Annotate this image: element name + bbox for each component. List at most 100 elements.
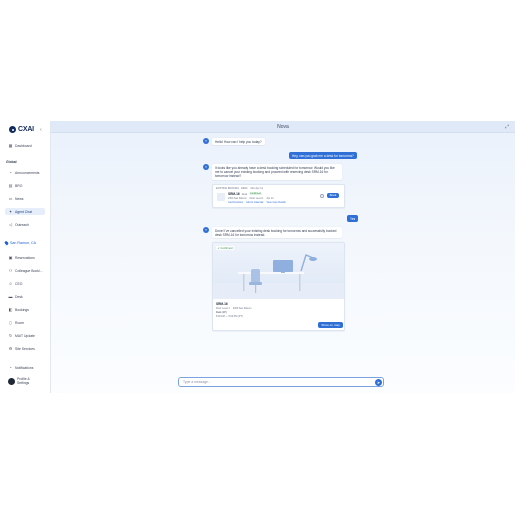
desk-illustration-icon: [213, 254, 344, 299]
app-window: CXAI ‹ ▦ Dashboard Global ◔ Announcement…: [0, 121, 515, 393]
megaphone-icon: ◁: [8, 222, 13, 227]
get-directions-link[interactable]: Get Directions: [228, 201, 243, 204]
desk-name: SRM-16: [216, 302, 228, 306]
logo[interactable]: CXAI: [9, 126, 34, 133]
add-to-calendar-link[interactable]: Add to Calendar: [246, 201, 263, 204]
sidebar-item-ceo[interactable]: ☺ CEO: [8, 280, 46, 287]
bot-message: Hello! How can I help you today?: [212, 138, 265, 146]
result-time: 8:00 AM — 5:00 PM (PT): [216, 315, 243, 318]
sidebar-item-label: BRO: [15, 183, 23, 188]
sidebar-item-label: Colleague Booki...: [15, 268, 43, 273]
location-pin-icon: [4, 240, 9, 246]
show-on-map-button[interactable]: Show on map: [318, 322, 343, 328]
desk-tag: Desk: [241, 192, 248, 196]
chat-header: Nova ⤢: [51, 121, 515, 133]
sidebar-item-bookings[interactable]: ◧ Bookings: [8, 306, 46, 313]
bell-icon: ◔: [9, 170, 12, 175]
sidebar-item-reservations[interactable]: ▣ Reservations: [8, 254, 46, 261]
door-icon: ▯: [9, 320, 12, 325]
bot-avatar-icon: ✦: [203, 227, 209, 233]
sidebar-item-dashboard[interactable]: ▦ Dashboard: [8, 142, 46, 149]
sidebar-item-notifications[interactable]: ◔ Notifications: [8, 364, 46, 371]
location-label: San Ramon, CA: [10, 241, 36, 245]
sidebar-item-agent-chat[interactable]: ✦ Agent Chat: [5, 208, 45, 215]
sidebar-item-label: News: [15, 196, 24, 201]
chart-icon: ▤: [8, 183, 13, 188]
sidebar-item-announcements[interactable]: ◔ Announcements: [8, 169, 46, 176]
sidebar-item-label: Outreach: [15, 222, 29, 227]
card-header-label: EXISTING BOOKING · DESK: [216, 186, 248, 190]
avatar: [8, 377, 15, 385]
sidebar-item-news[interactable]: ▭ News: [8, 195, 46, 202]
tools-icon: ⚙: [8, 346, 13, 351]
card-header: EXISTING BOOKING · DESK Mon Apr 14: [216, 187, 263, 190]
sidebar-item-label: Announcements: [15, 170, 40, 175]
sidebar-item-label: Desk: [15, 294, 23, 299]
logo-icon: [9, 126, 16, 133]
message-input[interactable]: Type a message...: [178, 377, 384, 387]
confirmed-badge: ✔ Confirmed: [216, 246, 234, 250]
sidebar-item-desk[interactable]: ▬ Desk: [8, 293, 46, 300]
section-label-global: Global: [6, 160, 17, 164]
desk-icon: ▬: [8, 294, 13, 299]
booking-floor: Floor Level 1: [249, 196, 264, 200]
view-details-link[interactable]: View more Details: [266, 201, 285, 204]
sidebar-item-bro[interactable]: ▤ BRO: [8, 182, 46, 189]
booking-date: Apr 14: [266, 196, 274, 200]
sparkle-icon: ✦: [8, 209, 13, 214]
desk-photo: [213, 243, 344, 299]
sidebar-item-mait-update[interactable]: ↻ MAIT Update: [8, 332, 46, 339]
grid-icon: ▦: [8, 143, 13, 148]
person-icon: ☺: [8, 281, 13, 286]
desk-thumbnail: [217, 193, 225, 201]
user-message: Hey, can you grab me a desk for tomorrow…: [289, 152, 357, 159]
result-desk-type: Desk (1P): [216, 311, 227, 314]
sidebar-item-label: Bookings: [15, 307, 29, 312]
sidebar-item-label: Site Services: [15, 346, 35, 351]
bell-icon: ◔: [9, 365, 12, 370]
sidebar-item-label: Agent Chat: [15, 209, 32, 214]
profile-settings[interactable]: Profile & Settings: [8, 377, 39, 385]
existing-booking-card: EXISTING BOOKING · DESK Mon Apr 14 SRM-1…: [212, 184, 345, 208]
people-icon: ⚇: [8, 268, 13, 273]
sidebar-item-label: Reservations: [15, 255, 35, 260]
sidebar-item-label: Room: [15, 320, 25, 325]
logo-text: CXAI: [18, 126, 34, 133]
sidebar-item-label: Notifications: [15, 365, 34, 370]
result-meta-row: Floor Level 1 2300 San Ramon: [216, 307, 251, 310]
sidebar-item-outreach[interactable]: ◁ Outreach: [8, 221, 46, 228]
select-radio[interactable]: [320, 194, 324, 198]
booking-result-card: ✔ Confirmed SRM-16 Floor Level 1 2300 Sa…: [212, 242, 345, 331]
collapse-sidebar-icon[interactable]: ‹: [40, 127, 42, 133]
booking-location: 2300 San Ramon: [228, 196, 247, 200]
sidebar-item-label: MAIT Update: [15, 333, 35, 338]
card-header-date: Mon Apr 14: [250, 186, 263, 190]
bot-message: Done! I've cancelled your existing desk …: [212, 227, 342, 239]
sidebar-item-label: CEO: [15, 281, 23, 286]
bot-message: It looks like you already have a desk bo…: [212, 164, 342, 180]
bot-avatar-icon: ✦: [203, 138, 209, 144]
booking-title-row: SRM-16 Desk Confirmed: [228, 192, 262, 196]
chat-panel: Nova ⤢ ✦ Hello! How can I help you today…: [51, 121, 515, 393]
profile-label: Profile & Settings: [17, 377, 30, 385]
sidebar-item-room[interactable]: ▯ Room: [8, 319, 46, 326]
bot-avatar-icon: ✦: [203, 164, 209, 170]
sidebar-item-label: Dashboard: [15, 143, 32, 148]
calendar-icon: ▣: [8, 255, 13, 260]
desk-name: SRM-16: [228, 192, 240, 196]
sidebar-item-colleague-booking[interactable]: ⚇ Colleague Booki...: [8, 267, 46, 274]
confirmed-label: Confirmed: [220, 246, 233, 250]
book-button[interactable]: Book: [327, 193, 339, 198]
expand-icon[interactable]: ⤢: [505, 124, 509, 130]
booking-links-row: Get Directions Add to Calendar View more…: [228, 201, 286, 204]
send-icon: ➤: [376, 379, 381, 385]
send-button[interactable]: ➤: [375, 378, 382, 386]
user-message: Yes: [347, 215, 359, 222]
sidebar-item-site-services[interactable]: ⚙ Site Services: [8, 345, 46, 352]
news-icon: ▭: [8, 196, 13, 201]
result-location: 2300 San Ramon: [232, 307, 252, 310]
location-selector[interactable]: San Ramon, CA: [4, 240, 36, 246]
refresh-icon: ↻: [8, 333, 13, 338]
bookmark-icon: ◧: [8, 307, 13, 312]
result-floor: Floor Level 1: [216, 307, 230, 310]
